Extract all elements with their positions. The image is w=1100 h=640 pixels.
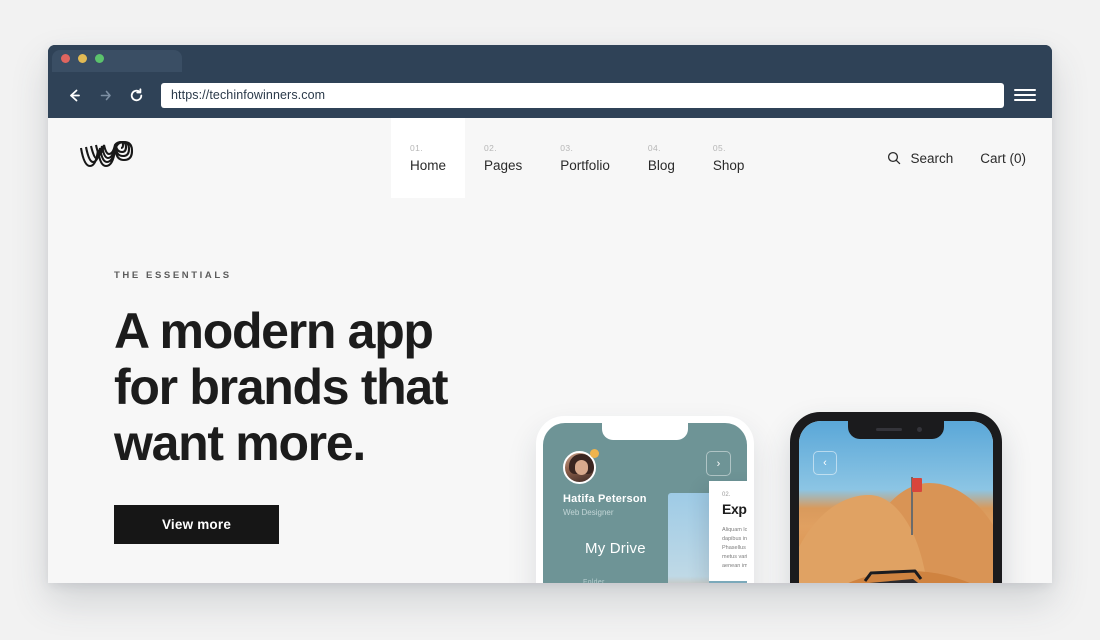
- cart-button[interactable]: Cart (0): [980, 151, 1026, 166]
- search-icon: [888, 151, 901, 165]
- nav-label: Home: [410, 158, 447, 173]
- hamburger-menu-icon[interactable]: [1014, 84, 1036, 106]
- url-input[interactable]: https://techinfowinners.com: [161, 82, 1004, 108]
- nav-number: 05.: [712, 143, 726, 153]
- dune-buggy-illustration: [863, 569, 923, 583]
- browser-toolbar: https://techinfowinners.com: [48, 72, 1052, 118]
- nav-number: 01.: [410, 143, 424, 153]
- user-role: Web Designer: [563, 508, 614, 517]
- browser-window: https://techinfowinners.com 01. Home 02.…: [48, 45, 1052, 583]
- back-icon[interactable]: [62, 83, 86, 107]
- site-logo[interactable]: [76, 136, 158, 180]
- phone-right-screen: ‹ 01. Introducing The App Aliquam lorem …: [799, 421, 993, 583]
- nav-item-pages[interactable]: 02. Pages: [465, 118, 541, 198]
- nav-label: Shop: [712, 158, 745, 173]
- minimize-window-button[interactable]: [78, 54, 87, 63]
- chevron-right-icon[interactable]: ›: [706, 451, 731, 476]
- experience-card: 02. Experience Aliquam lorem ante, dapib…: [709, 481, 747, 583]
- header-actions: Search Cart (0): [887, 118, 1026, 198]
- headline-line-1: A modern app: [114, 303, 434, 359]
- nav-number: 04.: [647, 143, 661, 153]
- site-viewport: 01. Home 02. Pages 03. Portfolio 04. Blo…: [48, 118, 1052, 583]
- hero-section: THE ESSENTIALS A modern app for brands t…: [48, 198, 1052, 583]
- hero-headline: A modern app for brands that want more.: [114, 303, 534, 471]
- page-root: https://techinfowinners.com 01. Home 02.…: [0, 0, 1100, 640]
- card-title: Experience: [722, 501, 747, 517]
- chevron-left-icon[interactable]: ‹: [813, 451, 837, 475]
- view-more-button[interactable]: View more: [114, 505, 279, 544]
- forward-icon[interactable]: [93, 83, 117, 107]
- site-header: 01. Home 02. Pages 03. Portfolio 04. Blo…: [48, 118, 1052, 198]
- nav-item-blog[interactable]: 04. Blog: [629, 118, 694, 198]
- services-card: 03. Services People: [709, 581, 747, 583]
- nav-item-portfolio[interactable]: 03. Portfolio: [541, 118, 629, 198]
- phone-right-notch: [848, 421, 944, 439]
- headline-line-2: for brands that: [114, 359, 449, 415]
- status-badge: [590, 449, 599, 458]
- drive-title: My Drive: [585, 540, 646, 557]
- headline-line-3: want more.: [114, 415, 366, 471]
- maximize-window-button[interactable]: [95, 54, 104, 63]
- nav-item-home[interactable]: 01. Home: [391, 118, 466, 198]
- wave-logo-icon: [79, 140, 134, 168]
- nav-number: 02.: [484, 143, 498, 153]
- main-navigation: 01. Home 02. Pages 03. Portfolio 04. Blo…: [391, 118, 763, 198]
- phone-mockup-right: ‹ 01. Introducing The App Aliquam lorem …: [790, 412, 1002, 583]
- phone-mockup-left: Hatifa Peterson Web Designer › My Drive …: [536, 416, 754, 583]
- phone-left-screen: Hatifa Peterson Web Designer › My Drive …: [543, 423, 747, 583]
- nav-label: Blog: [647, 158, 675, 173]
- search-label: Search: [910, 150, 954, 166]
- reload-icon[interactable]: [124, 83, 148, 107]
- browser-titlebar: [48, 45, 1052, 76]
- nav-number: 03.: [560, 143, 574, 153]
- nav-label: Portfolio: [560, 158, 610, 173]
- phone-left-notch: [602, 423, 688, 440]
- card-number: 02.: [722, 492, 731, 498]
- card-body: Aliquam lorem ante, dapibus in, viverra …: [722, 527, 747, 569]
- hero-eyebrow: THE ESSENTIALS: [114, 270, 232, 281]
- hero-photo-dune-buggy: [799, 421, 993, 583]
- search-button[interactable]: Search: [887, 151, 953, 166]
- window-controls: [61, 54, 104, 63]
- user-name: Hatifa Peterson: [563, 493, 647, 505]
- nav-item-shop[interactable]: 05. Shop: [694, 118, 764, 198]
- hero-copy: THE ESSENTIALS A modern app for brands t…: [114, 270, 534, 544]
- url-text: https://techinfowinners.com: [171, 88, 326, 102]
- nav-label: Pages: [484, 158, 523, 173]
- close-window-button[interactable]: [61, 54, 70, 63]
